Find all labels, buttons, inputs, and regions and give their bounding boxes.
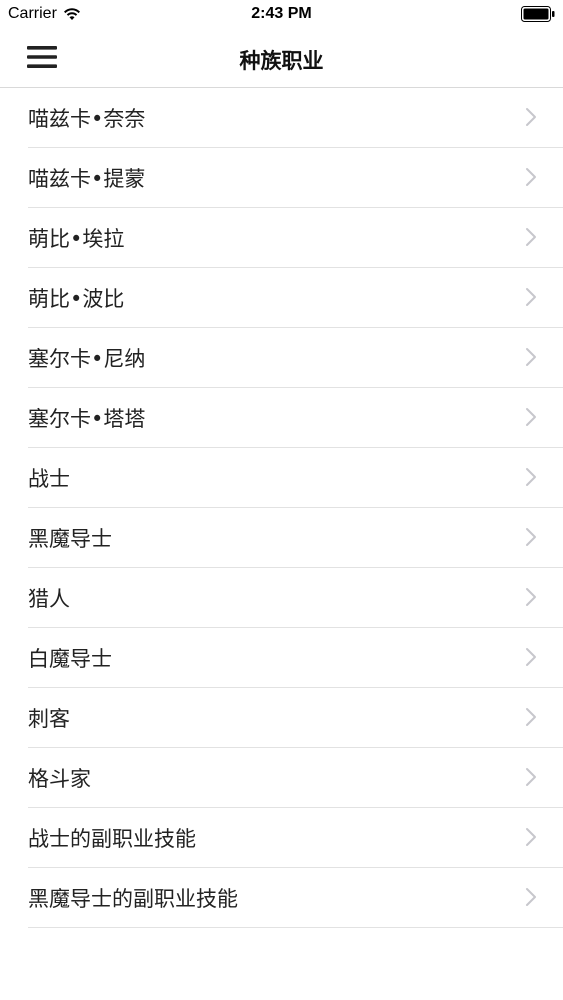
status-time: 2:43 PM xyxy=(251,5,312,22)
list-item-label: 塞尔卡•尼纳 xyxy=(28,347,146,371)
chevron-right-icon xyxy=(526,588,536,606)
chevron-right-icon xyxy=(526,108,536,126)
list-item-label: 喵兹卡•奈奈 xyxy=(28,107,146,131)
list-item-label: 格斗家 xyxy=(28,767,91,791)
list-item-label: 萌比•波比 xyxy=(28,287,125,311)
chevron-right-icon xyxy=(526,468,536,486)
list-item-label: 喵兹卡•提蒙 xyxy=(28,167,146,191)
list-item-label: 刺客 xyxy=(28,707,70,731)
list-item[interactable]: 萌比•埃拉 xyxy=(28,208,563,268)
list-item-label: 战士 xyxy=(28,467,70,491)
list-item-label: 战士的副职业技能 xyxy=(28,827,196,851)
list-item[interactable]: 喵兹卡•奈奈 xyxy=(28,88,563,148)
list-item-label: 白魔导士 xyxy=(28,647,112,671)
list-item-label: 黑魔导士的副职业技能 xyxy=(28,887,238,911)
list-item[interactable]: 战士的副职业技能 xyxy=(28,808,563,868)
chevron-right-icon xyxy=(526,288,536,306)
list-item[interactable]: 格斗家 xyxy=(28,748,563,808)
chevron-right-icon xyxy=(526,168,536,186)
list-item[interactable]: 战士 xyxy=(28,448,563,508)
list-item[interactable]: 黑魔导士 xyxy=(28,508,563,568)
chevron-right-icon xyxy=(526,228,536,246)
list-item[interactable]: 萌比•波比 xyxy=(28,268,563,328)
chevron-right-icon xyxy=(526,768,536,786)
race-class-list: 喵兹卡•奈奈 喵兹卡•提蒙 萌比•埃拉萌比•波比塞尔卡•尼纳 塞尔卡•塔塔 战士黑魔导士… xyxy=(0,88,563,928)
chevron-right-icon xyxy=(526,408,536,426)
chevron-right-icon xyxy=(526,708,536,726)
list-item[interactable]: 白魔导士 xyxy=(28,628,563,688)
page-title: 种族职业 xyxy=(239,49,324,73)
list-item[interactable]: 喵兹卡•提蒙 xyxy=(28,148,563,208)
list-item[interactable]: 塞尔卡•尼纳 xyxy=(28,328,563,388)
chevron-right-icon xyxy=(526,828,536,846)
list-item[interactable]: 刺客 xyxy=(28,688,563,748)
chevron-right-icon xyxy=(526,888,536,906)
battery-icon xyxy=(521,6,555,22)
chevron-right-icon xyxy=(526,348,536,366)
list-item[interactable]: 猎人 xyxy=(28,568,563,628)
list-item[interactable]: 黑魔导士的副职业技能 xyxy=(28,868,563,928)
chevron-right-icon xyxy=(526,648,536,666)
chevron-right-icon xyxy=(526,528,536,546)
list-item-label: 塞尔卡•塔塔 xyxy=(28,407,146,431)
navigation-bar: 种族职业 xyxy=(0,28,563,88)
status-bar: Carrier 2:43 PM xyxy=(0,0,563,28)
list-item-label: 猎人 xyxy=(28,587,70,611)
list-item-label: 黑魔导士 xyxy=(28,527,112,551)
list-item[interactable]: 塞尔卡•塔塔 xyxy=(28,388,563,448)
list-item-label: 萌比•埃拉 xyxy=(28,227,125,251)
